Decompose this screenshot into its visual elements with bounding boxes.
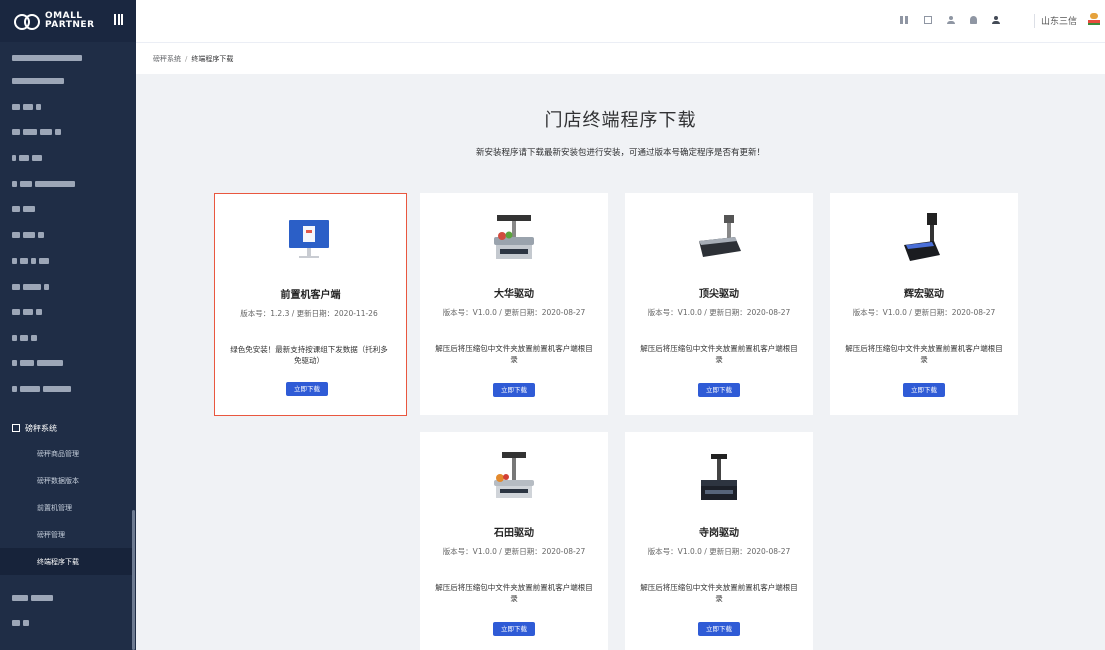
card-version: 版本号：V1.0.0 / 更新日期：2020-08-27 <box>647 547 791 556</box>
sidebar-scrollbar[interactable] <box>132 510 135 650</box>
scale-icon <box>904 213 940 261</box>
monitor-icon <box>289 220 329 258</box>
menu-group-scale-system[interactable]: 磅秤系统 <box>0 417 136 439</box>
download-button[interactable]: 立即下载 <box>698 383 740 397</box>
download-button[interactable]: 立即下载 <box>493 622 535 636</box>
blurred-menu-item[interactable] <box>12 224 47 238</box>
sidebar-item-label: 前置机管理 <box>37 503 72 512</box>
scale-system-icon <box>12 424 20 432</box>
blurred-menu-item[interactable] <box>12 301 45 315</box>
card-version: 版本号：V1.0.0 / 更新日期：2020-08-27 <box>442 547 586 556</box>
download-card-dahua[interactable]: 大华驱动 版本号：V1.0.0 / 更新日期：2020-08-27 解压后将压缩… <box>420 193 608 415</box>
card-title: 前置机客户端 <box>280 290 341 301</box>
breadcrumb-separator: / <box>185 54 188 63</box>
breadcrumb: 磅秤系统 / 终端程序下载 <box>136 42 1105 74</box>
download-button[interactable]: 立即下载 <box>286 382 328 396</box>
blurred-menu-item[interactable] <box>12 378 74 392</box>
sidebar-item-label: 磅秤管理 <box>37 530 65 539</box>
blurred-menu-item[interactable] <box>12 327 40 341</box>
blurred-menu-item[interactable] <box>12 612 32 626</box>
card-title: 大华驱动 <box>494 289 534 300</box>
breadcrumb-parent[interactable]: 磅秤系统 <box>153 54 181 64</box>
card-description: 解压后将压缩包中文件夹放置前置机客户端根目录 <box>640 583 798 603</box>
blurred-menu-item[interactable] <box>12 250 52 264</box>
scale-icon <box>701 454 737 500</box>
sidebar-item-label: 磅秤商品管理 <box>37 449 79 458</box>
company-logo-icon[interactable] <box>1087 12 1101 26</box>
sidebar: OMALL PARTNER 磅秤系统 磅秤商品管理 磅秤数据版本 前置机管理 磅… <box>0 0 136 650</box>
card-version: 版本号：1.2.3 / 更新日期：2020-11-26 <box>240 309 378 318</box>
scale-icon <box>494 452 534 498</box>
download-card-teraoka[interactable]: 寺岗驱动 版本号：V1.0.0 / 更新日期：2020-08-27 解压后将压缩… <box>625 432 813 650</box>
blurred-menu-item[interactable] <box>12 587 56 601</box>
card-version: 版本号：V1.0.0 / 更新日期：2020-08-27 <box>647 308 791 317</box>
blurred-menu-item[interactable] <box>12 96 44 110</box>
card-version: 版本号：V1.0.0 / 更新日期：2020-08-27 <box>852 308 996 317</box>
scale-icon <box>699 215 741 257</box>
page-subtitle: 新安装程序请下载最新安装包进行安装，可通过版本号确定程序是否有更新！ <box>475 148 765 158</box>
header-divider <box>1034 14 1035 28</box>
download-button[interactable]: 立即下载 <box>493 383 535 397</box>
card-description: 解压后将压缩包中文件夹放置前置机客户端根目录 <box>435 344 593 364</box>
blurred-menu-item[interactable] <box>12 198 38 212</box>
sidebar-item-scale-data-version[interactable]: 磅秤数据版本 <box>0 467 132 494</box>
card-title: 辉宏驱动 <box>904 289 944 300</box>
download-button[interactable]: 立即下载 <box>698 622 740 636</box>
card-description: 解压后将压缩包中文件夹放置前置机客户端根目录 <box>435 583 593 603</box>
user-name[interactable]: 山东三信 <box>1041 14 1077 27</box>
grid-icon[interactable] <box>900 16 908 24</box>
download-card-aclas[interactable]: 顶尖驱动 版本号：V1.0.0 / 更新日期：2020-08-27 解压后将压缩… <box>625 193 813 415</box>
logo-text-line2: PARTNER <box>45 20 95 30</box>
card-description: 解压后将压缩包中文件夹放置前置机客户端根目录 <box>640 344 798 364</box>
menu-group-label: 磅秤系统 <box>25 423 57 433</box>
download-button[interactable]: 立即下载 <box>903 383 945 397</box>
download-card-huihong[interactable]: 辉宏驱动 版本号：V1.0.0 / 更新日期：2020-08-27 解压后将压缩… <box>830 193 1018 415</box>
collapse-menu-icon[interactable] <box>114 14 123 25</box>
top-header: 山东三信 <box>136 0 1105 42</box>
blurred-menu-item[interactable] <box>12 147 45 161</box>
card-version: 版本号：V1.0.0 / 更新日期：2020-08-27 <box>442 308 586 317</box>
blurred-menu-item[interactable] <box>12 173 78 187</box>
sidebar-item-label: 终端程序下载 <box>37 557 79 566</box>
card-title: 寺岗驱动 <box>699 528 739 539</box>
breadcrumb-current: 终端程序下载 <box>191 54 234 63</box>
blurred-menu-item[interactable] <box>12 47 85 61</box>
sidebar-item-scale-management[interactable]: 磅秤管理 <box>0 521 132 548</box>
bell-icon[interactable] <box>970 16 977 24</box>
sidebar-item-scale-products[interactable]: 磅秤商品管理 <box>0 440 132 467</box>
checkbox-icon[interactable] <box>924 16 932 24</box>
card-title: 顶尖驱动 <box>699 289 739 300</box>
card-description: 解压后将压缩包中文件夹放置前置机客户端根目录 <box>845 344 1003 364</box>
blurred-menu-item[interactable] <box>12 352 66 366</box>
download-card-ishida[interactable]: 石田驱动 版本号：V1.0.0 / 更新日期：2020-08-27 解压后将压缩… <box>420 432 608 650</box>
blurred-menu-item[interactable] <box>12 121 64 135</box>
sidebar-item-front-machine[interactable]: 前置机管理 <box>0 494 132 521</box>
account-icon[interactable] <box>992 16 1000 24</box>
blurred-menu-item[interactable] <box>12 70 67 84</box>
card-title: 石田驱动 <box>494 528 534 539</box>
sidebar-item-label: 磅秤数据版本 <box>37 476 79 485</box>
logo-mark-icon <box>14 14 40 30</box>
page-title: 门店终端程序下载 <box>544 110 697 131</box>
blurred-menu-item[interactable] <box>12 276 52 290</box>
card-description: 绿色免安装！最新支持按课组下发数据（托利多免驱动） <box>230 345 388 365</box>
sidebar-item-terminal-download[interactable]: 终端程序下载 <box>0 548 132 575</box>
scale-icon <box>494 215 534 259</box>
download-card-front-client[interactable]: 前置机客户端 版本号：1.2.3 / 更新日期：2020-11-26 绿色免安装… <box>214 193 407 416</box>
user-icon[interactable] <box>947 16 955 24</box>
